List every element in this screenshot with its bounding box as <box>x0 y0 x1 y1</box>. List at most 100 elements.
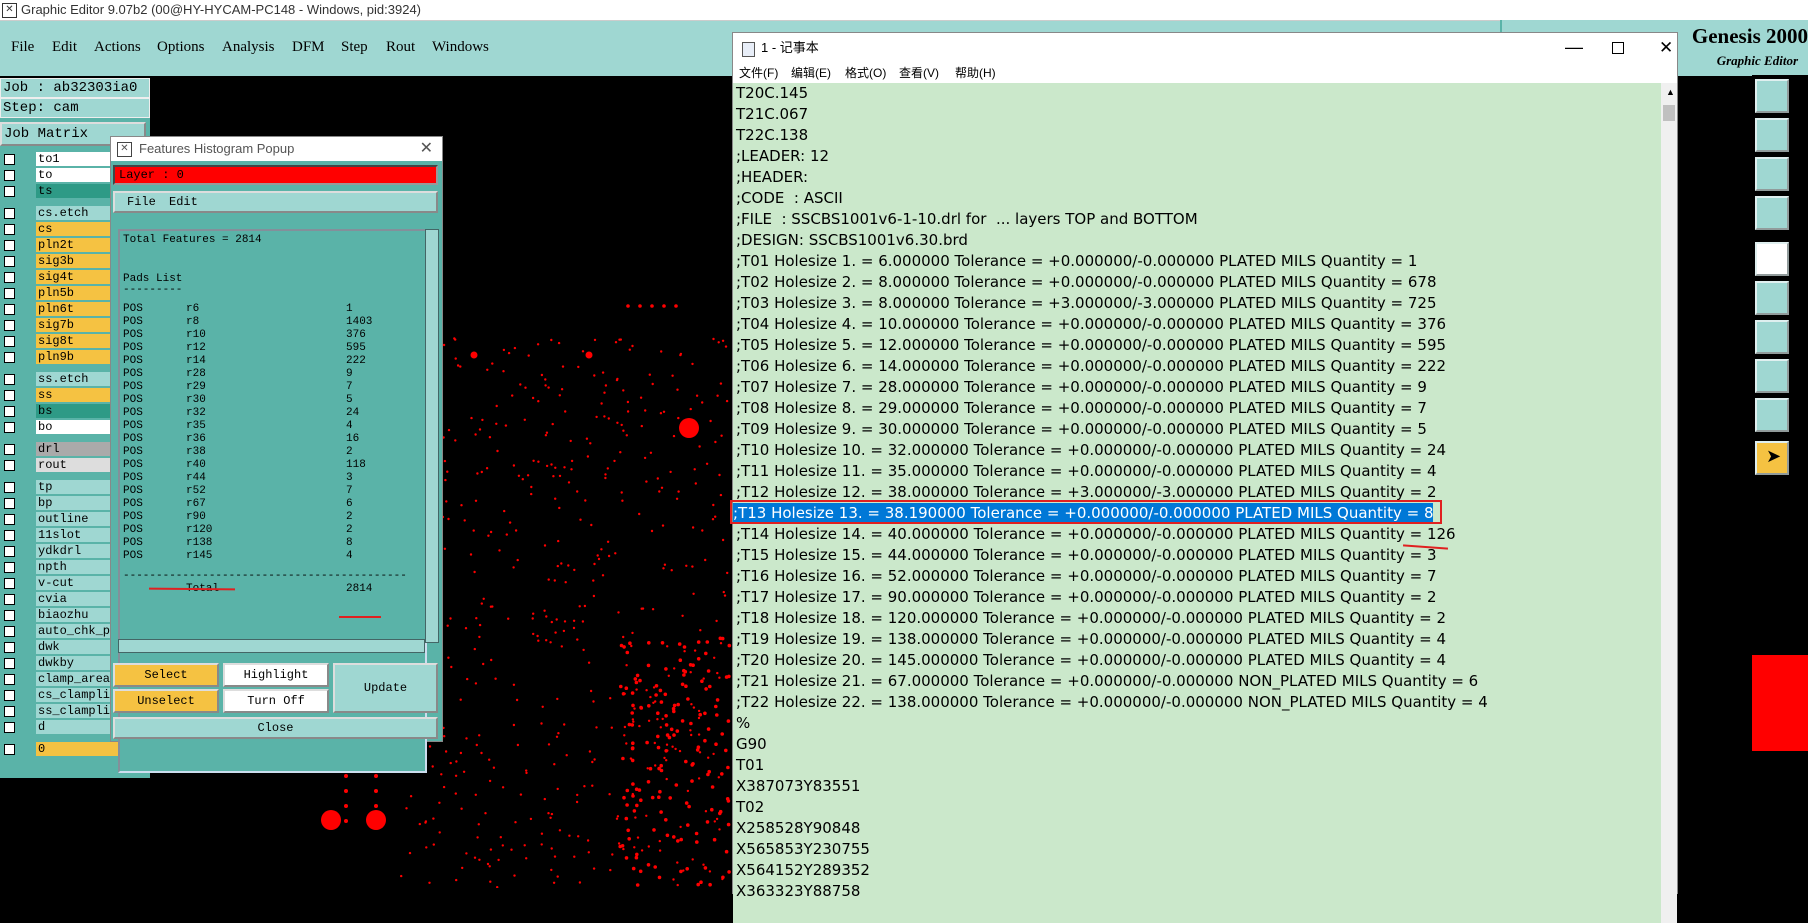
unselect-button[interactable]: Unselect <box>113 689 219 713</box>
scroll-up-icon[interactable]: ▲ <box>1666 87 1675 97</box>
layer-row[interactable]: dwk <box>2 640 120 654</box>
tool-button[interactable] <box>1755 79 1789 113</box>
layer-row[interactable]: cs <box>2 222 120 236</box>
tool-button[interactable] <box>1755 359 1789 393</box>
layer-row[interactable]: rout <box>2 458 120 472</box>
layer-checkbox[interactable] <box>4 224 15 235</box>
layer-row[interactable]: cs_clamplin <box>2 688 120 702</box>
tool-button[interactable] <box>1755 196 1789 230</box>
notepad-menu-view[interactable]: 查看(V) <box>899 63 939 83</box>
layer-checkbox[interactable] <box>4 422 15 433</box>
layer-checkbox[interactable] <box>4 482 15 493</box>
layer-row[interactable]: pln9b <box>2 350 120 364</box>
turn-off-button[interactable]: Turn Off <box>223 689 329 713</box>
layer-checkbox[interactable] <box>4 444 15 455</box>
layer-row[interactable]: npth <box>2 560 120 574</box>
menu-analysis[interactable]: Analysis <box>222 39 275 56</box>
notepad-menu-edit[interactable]: 编辑(E) <box>791 63 831 83</box>
menu-file[interactable]: File <box>11 39 34 56</box>
layer-checkbox[interactable] <box>4 498 15 509</box>
layer-row[interactable]: bs <box>2 404 120 418</box>
layer-checkbox[interactable] <box>4 642 15 653</box>
layer-checkbox[interactable] <box>4 460 15 471</box>
tool-button[interactable] <box>1755 118 1789 152</box>
tool-button[interactable] <box>1755 320 1789 354</box>
layer-row[interactable]: ss_clamplin <box>2 704 120 718</box>
layer-checkbox[interactable] <box>4 240 15 251</box>
layer-row[interactable]: sig4t <box>2 270 120 284</box>
scroll-thumb[interactable] <box>1663 105 1675 121</box>
layer-checkbox[interactable] <box>4 690 15 701</box>
window-close-icon[interactable]: ✕ <box>1659 33 1673 63</box>
close-button[interactable]: Close <box>113 717 438 739</box>
layer-checkbox[interactable] <box>4 406 15 417</box>
layer-row[interactable]: sig7b <box>2 318 120 332</box>
close-icon[interactable]: ✕ <box>420 137 433 161</box>
layer-checkbox[interactable] <box>4 288 15 299</box>
histogram-menu-edit[interactable]: Edit <box>169 193 198 211</box>
pointer-tool-button[interactable]: ➤ <box>1755 441 1789 475</box>
layer-row[interactable]: bp <box>2 496 120 510</box>
layer-checkbox[interactable] <box>4 352 15 363</box>
layer-checkbox[interactable] <box>4 170 15 181</box>
layer-row[interactable]: sig8t <box>2 334 120 348</box>
layer-row[interactable]: ss.etch <box>2 372 120 386</box>
layer-row[interactable]: 11slot <box>2 528 120 542</box>
layer-checkbox[interactable] <box>4 744 15 755</box>
layer-row[interactable]: cvia <box>2 592 120 606</box>
menu-step[interactable]: Step <box>341 39 368 56</box>
update-button[interactable]: Update <box>333 663 438 713</box>
tool-button[interactable] <box>1755 281 1789 315</box>
layer-row[interactable]: to <box>2 168 120 182</box>
menu-options[interactable]: Options <box>157 39 205 56</box>
layer-row[interactable]: ss <box>2 388 120 402</box>
notepad-menu-file[interactable]: 文件(F) <box>739 63 778 83</box>
layer-checkbox[interactable] <box>4 304 15 315</box>
layer-row[interactable]: v-cut <box>2 576 120 590</box>
layer-checkbox[interactable] <box>4 626 15 637</box>
layer-checkbox[interactable] <box>4 578 15 589</box>
layer-row[interactable]: sig3b <box>2 254 120 268</box>
layer-checkbox[interactable] <box>4 546 15 557</box>
tool-button[interactable] <box>1755 398 1789 432</box>
layer-row[interactable]: ts <box>2 184 120 198</box>
layer-row[interactable]: pln5b <box>2 286 120 300</box>
layer-checkbox[interactable] <box>4 336 15 347</box>
layer-checkbox[interactable] <box>4 562 15 573</box>
layer-row[interactable]: biaozhu <box>2 608 120 622</box>
layer-row[interactable]: cs.etch <box>2 206 120 220</box>
histogram-menu-file[interactable]: File <box>127 193 156 211</box>
layer-row[interactable]: ydkdrl <box>2 544 120 558</box>
layer-row[interactable]: pln2t <box>2 238 120 252</box>
layer-row[interactable]: tp <box>2 480 120 494</box>
layer-checkbox[interactable] <box>4 320 15 331</box>
layer-checkbox[interactable] <box>4 530 15 541</box>
layer-row[interactable]: 0 <box>2 742 120 756</box>
select-button[interactable]: Select <box>113 663 219 687</box>
notepad-menu-format[interactable]: 格式(O) <box>845 63 886 83</box>
menu-dfm[interactable]: DFM <box>292 39 325 56</box>
tool-button[interactable] <box>1755 242 1789 276</box>
layer-checkbox[interactable] <box>4 154 15 165</box>
menu-windows[interactable]: Windows <box>432 39 489 56</box>
layer-checkbox[interactable] <box>4 186 15 197</box>
vertical-scrollbar[interactable] <box>425 229 439 643</box>
layer-row[interactable]: dwkby <box>2 656 120 670</box>
layer-checkbox[interactable] <box>4 658 15 669</box>
layer-row[interactable]: d <box>2 720 120 734</box>
layer-checkbox[interactable] <box>4 256 15 267</box>
layer-checkbox[interactable] <box>4 706 15 717</box>
minimize-icon[interactable]: — <box>1565 32 1583 62</box>
layer-checkbox[interactable] <box>4 272 15 283</box>
menu-edit[interactable]: Edit <box>52 39 77 56</box>
layer-row[interactable]: to1 <box>2 152 120 166</box>
layer-checkbox[interactable] <box>4 722 15 733</box>
layer-row[interactable]: drl <box>2 442 120 456</box>
layer-checkbox[interactable] <box>4 610 15 621</box>
tool-button[interactable] <box>1755 157 1789 191</box>
layer-row[interactable]: bo <box>2 420 120 434</box>
menu-rout[interactable]: Rout <box>386 39 415 56</box>
horizontal-scrollbar[interactable] <box>118 639 425 653</box>
layer-checkbox[interactable] <box>4 390 15 401</box>
notepad-scrollbar[interactable]: ▲ <box>1661 83 1677 923</box>
